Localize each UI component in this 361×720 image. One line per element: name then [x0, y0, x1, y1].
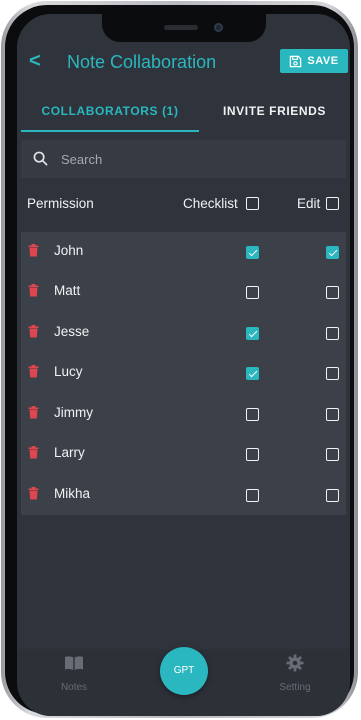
trash-icon[interactable]: [28, 446, 39, 459]
checklist-checkbox[interactable]: [246, 367, 259, 380]
edit-checkbox[interactable]: [326, 286, 339, 299]
collaborator-name: Larry: [54, 445, 85, 460]
tab-bar: COLLABORATORS (1) INVITE FRIENDS: [17, 96, 350, 132]
edit-checkbox[interactable]: [326, 327, 339, 340]
save-button[interactable]: SAVE: [280, 49, 348, 73]
trash-icon[interactable]: [28, 244, 39, 257]
edit-checkbox[interactable]: [326, 367, 339, 380]
back-button[interactable]: <: [29, 51, 41, 71]
tab-collaborators[interactable]: COLLABORATORS (1): [21, 96, 199, 132]
nav-setting-label: Setting: [279, 682, 311, 693]
gear-icon: [286, 654, 304, 672]
speaker: [164, 25, 198, 30]
trash-icon[interactable]: [28, 284, 39, 297]
collaborator-name: John: [54, 243, 84, 258]
nav-notes-label: Notes: [60, 682, 88, 693]
edit-checkbox[interactable]: [326, 489, 339, 502]
phone-bezel: < Note Collaboration SAVE COLLABORATORS …: [5, 5, 354, 716]
trash-icon[interactable]: [28, 365, 39, 378]
collaborator-name: Matt: [54, 283, 81, 298]
edit-all-checkbox[interactable]: [326, 197, 339, 210]
checklist-checkbox[interactable]: [246, 286, 259, 299]
trash-icon[interactable]: [28, 406, 39, 419]
collaborator-name: Mikha: [54, 486, 91, 501]
collaborator-list: John Matt Jesse Lucy Jimmy Larry Mikha: [21, 232, 346, 515]
collaborator-row: Lucy: [21, 353, 346, 393]
collaborator-row: Larry: [21, 434, 346, 474]
edit-checkbox[interactable]: [326, 246, 339, 259]
collaborator-row: Mikha: [21, 475, 346, 515]
collaborator-name: Lucy: [54, 364, 83, 379]
collaborator-row: Matt: [21, 272, 346, 312]
collaborator-row: Jimmy: [21, 394, 346, 434]
permission-label: Permission: [27, 196, 94, 211]
search-icon: [33, 151, 48, 166]
save-label: SAVE: [307, 55, 339, 67]
edit-checkbox[interactable]: [326, 448, 339, 461]
collaborator-row: John: [21, 232, 346, 272]
collaborator-name: Jesse: [54, 324, 90, 339]
tab-invite-friends[interactable]: INVITE FRIENDS: [199, 96, 350, 132]
checklist-all-checkbox[interactable]: [246, 197, 259, 210]
checklist-checkbox[interactable]: [246, 327, 259, 340]
edit-checkbox[interactable]: [326, 408, 339, 421]
search-bar: [21, 140, 346, 178]
checklist-checkbox[interactable]: [246, 246, 259, 259]
gpt-button[interactable]: GPT: [160, 647, 208, 695]
page-title: Note Collaboration: [67, 52, 217, 72]
phone-frame: < Note Collaboration SAVE COLLABORATORS …: [1, 1, 358, 718]
trash-icon[interactable]: [28, 325, 39, 338]
notch: [102, 14, 266, 42]
front-camera: [214, 23, 223, 32]
collaborator-name: Jimmy: [54, 405, 93, 420]
permission-header: Permission Checklist Edit: [17, 190, 350, 218]
checklist-checkbox[interactable]: [246, 489, 259, 502]
edit-label: Edit: [297, 196, 321, 211]
search-input[interactable]: [61, 149, 331, 169]
checklist-label: Checklist: [183, 196, 238, 211]
book-icon: [65, 656, 83, 670]
checklist-checkbox[interactable]: [246, 448, 259, 461]
checklist-checkbox[interactable]: [246, 408, 259, 421]
trash-icon[interactable]: [28, 487, 39, 500]
collaborator-row: Jesse: [21, 313, 346, 353]
floppy-disk-icon: [290, 55, 302, 67]
app-screen: < Note Collaboration SAVE COLLABORATORS …: [17, 14, 350, 716]
